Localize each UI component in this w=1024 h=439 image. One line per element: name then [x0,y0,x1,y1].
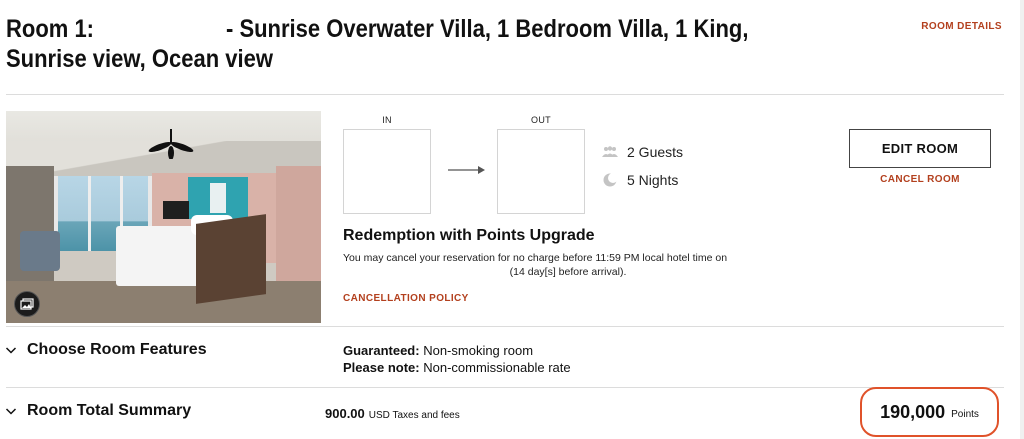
divider [6,326,1004,327]
taxes-label: USD Taxes and fees [368,410,460,421]
check-out-date-box[interactable] [497,129,585,214]
note-value: Non-commissionable rate [423,360,571,375]
guests-count: 2 Guests [627,144,684,160]
arrow-right-icon [448,166,485,174]
edit-room-button[interactable]: EDIT ROOM [849,129,991,168]
ceiling-fan-icon [148,129,194,159]
check-out-label: OUT [531,115,551,125]
guests-icon [602,145,618,159]
room-title-main: - Sunrise Overwater Villa, 1 Bedroom Vil… [226,15,749,43]
room-photo[interactable] [6,111,321,323]
room-total-summary-toggle[interactable]: Room Total Summary [5,402,191,420]
choose-room-features-toggle[interactable]: Choose Room Features [5,341,207,359]
guaranteed-value: Non-smoking room [423,343,534,358]
taxes-amount: 900.00 [325,406,365,421]
room-title: Room 1: - Sunrise Overwater Villa, 1 Bedr… [6,14,763,74]
gallery-icon [20,298,34,310]
rate-title: Redemption with Points Upgrade [343,227,595,244]
moon-icon [602,173,618,187]
chevron-down-icon [5,347,17,354]
room-title-line2: Sunrise view, Ocean view [6,45,273,73]
divider [6,387,1004,388]
note-label: Please note: [343,360,420,375]
room-details-link[interactable]: ROOM DETAILS [921,21,1002,32]
guaranteed-label: Guaranteed: [343,343,420,358]
cancellation-policy-link[interactable]: CANCELLATION POLICY [343,293,469,304]
room-title-prefix: Room 1: [6,15,94,43]
taxes-and-fees: 900.00 USD Taxes and fees [325,406,460,421]
note-row: Please note: Non-commissionable rate [343,359,571,376]
cancel-room-link[interactable]: CANCEL ROOM [849,174,991,185]
guaranteed-row: Guaranteed: Non-smoking room [343,342,571,359]
chevron-down-icon [5,408,17,415]
points-amount: 190,000 [880,401,946,422]
cancellation-line-1: You may cancel your reservation for no c… [343,252,728,264]
nights-row: 5 Nights [602,172,678,188]
points-unit: Points [951,408,979,420]
cancellation-line-2: (14 day[s] before arrival). [509,266,627,278]
divider [6,94,1004,95]
scrollbar-track[interactable] [1020,0,1024,439]
room-features: Guaranteed: Non-smoking room Please note… [343,342,571,376]
check-in-date-box[interactable] [343,129,431,214]
guests-row: 2 Guests [602,144,683,160]
room-total-summary-label: Room Total Summary [27,402,192,419]
nights-count: 5 Nights [627,172,679,188]
choose-room-features-label: Choose Room Features [27,341,207,358]
gallery-button[interactable] [14,291,40,317]
cancellation-text: You may cancel your reservation for no c… [343,251,793,279]
points-total: 190,000 Points [860,387,999,437]
check-in-label: IN [382,115,392,125]
